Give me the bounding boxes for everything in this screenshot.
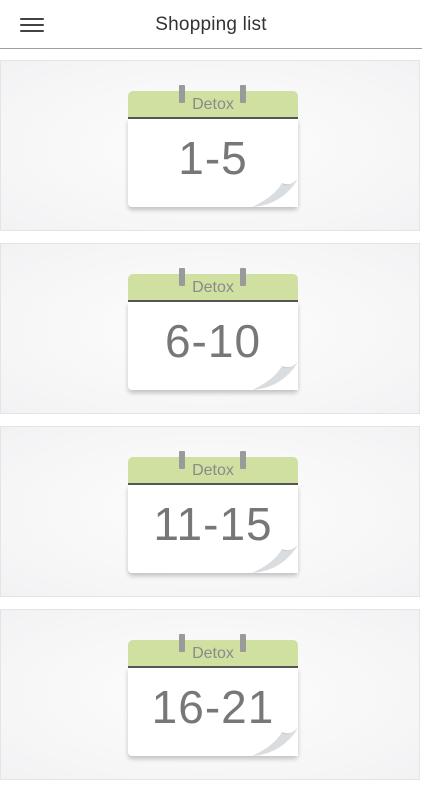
plan-label: Detox [192,645,234,662]
page-curl-icon [252,728,298,756]
calendar-header: Detox [128,457,298,485]
plan-label: Detox [192,96,234,113]
calendar-page: 11-15 [128,485,298,573]
binder-ring [179,634,185,652]
calendar-page: 16-21 [128,668,298,756]
calendar-header: Detox [128,274,298,302]
page-curl-icon [252,179,298,207]
calendar-header: Detox [128,640,298,668]
day-range: 16-21 [151,681,275,733]
plan-list: 1-5 Detox 6-10 Detox 11-15 Detox 16-21 D… [0,60,422,792]
calendar-page: 1-5 [128,119,298,207]
plan-card[interactable]: 6-10 Detox [0,243,420,414]
page-title: Shopping list [155,14,267,35]
day-range: 6-10 [164,315,262,367]
calendar-icon: 1-5 Detox [128,85,298,208]
page-curl-icon [252,362,298,390]
app-bar: Shopping list [0,0,422,49]
day-range: 1-5 [178,132,248,184]
binder-ring [240,268,246,286]
binder-ring [179,85,185,103]
day-range: 11-15 [153,498,273,550]
binder-ring [179,268,185,286]
calendar-page: 6-10 [128,302,298,390]
plan-card[interactable]: 11-15 Detox [0,426,420,597]
plan-card[interactable]: 16-21 Detox [0,609,420,780]
binder-ring [179,451,185,469]
calendar-icon: 6-10 Detox [128,268,298,391]
plan-label: Detox [192,462,234,479]
calendar-icon: 16-21 Detox [128,634,298,757]
plan-label: Detox [192,279,234,296]
calendar-icon: 11-15 Detox [128,451,298,574]
binder-ring [240,451,246,469]
calendar-header: Detox [128,91,298,119]
page-curl-icon [252,545,298,573]
plan-card[interactable]: 1-5 Detox [0,60,420,231]
binder-ring [240,85,246,103]
binder-ring [240,634,246,652]
